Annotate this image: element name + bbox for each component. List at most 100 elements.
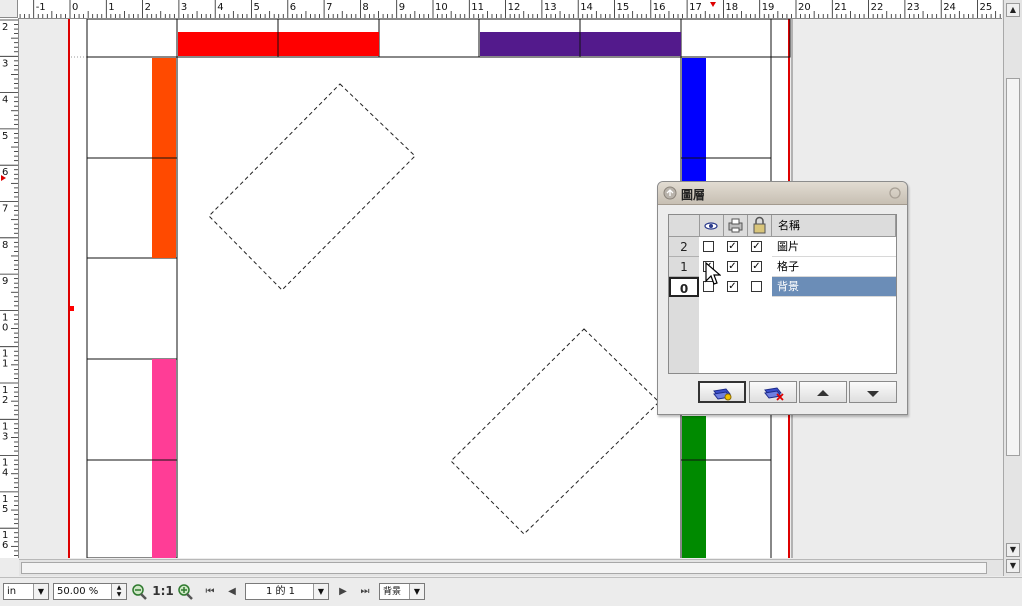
add-layer-button[interactable] [698, 381, 746, 403]
layer-locked-checkbox[interactable]: ✓ [751, 261, 762, 272]
margin-handle [70, 306, 74, 311]
ruler-label: 2 [2, 395, 8, 406]
layer-select-value: 背景 [383, 587, 402, 597]
scroll-up-button[interactable]: ▲ [1006, 3, 1020, 17]
vertical-scrollbar[interactable]: ▲ ▼ ▼ [1003, 0, 1022, 576]
layers-panel[interactable]: 圖層 名稱 2✓✓圖片1✓✓✓格子0✓背景 [657, 181, 908, 415]
zoom-in-button[interactable] [176, 583, 194, 600]
first-page-button[interactable]: ⏮ [201, 583, 219, 600]
layer-name[interactable]: 格子 [772, 257, 896, 277]
horizontal-ruler-ticks: -1 0 1 2 3 4 5 6 7 8 9 10 11 12 13 14 15 16 17 18 19 20 21 22 23… [19, 0, 1001, 18]
ruler-label: 13 [544, 2, 557, 13]
ruler-label: 3 [181, 2, 187, 13]
layer-printable-checkbox[interactable]: ✓ [727, 241, 738, 252]
unit-select[interactable]: in ▼ [3, 583, 49, 600]
spinner-arrows-icon: ▲ ▼ [111, 584, 126, 599]
header-printable[interactable] [724, 215, 748, 237]
ruler-label: 12 [508, 2, 521, 13]
header-index [669, 215, 700, 237]
layers-table[interactable]: 名稱 2✓✓圖片1✓✓✓格子0✓背景 [668, 214, 897, 374]
ruler-label: 17 [689, 2, 702, 13]
zoom-spinbox[interactable]: 50.00 % ▲ ▼ [53, 583, 127, 600]
ruler-label: 9 [2, 276, 8, 287]
layer-printable-checkbox[interactable]: ✓ [727, 281, 738, 292]
page-select[interactable]: 1 的 1 ▼ [245, 583, 329, 600]
header-name[interactable]: 名稱 [772, 215, 896, 237]
ruler-label: 22 [871, 2, 884, 13]
last-page-icon: ⏭ [360, 586, 370, 597]
window-menu-icon[interactable] [663, 186, 677, 203]
ruler-label: 15 [617, 2, 630, 13]
layer-select[interactable]: 背景 ▼ [379, 583, 425, 600]
horizontal-ruler[interactable]: -1 0 1 2 3 4 5 6 7 8 9 10 11 12 13 14 15 16 17 18 19 20 21 22 23… [18, 0, 1002, 19]
delete-layer-icon [764, 387, 784, 401]
ruler-label: 19 [762, 2, 775, 13]
layer-name[interactable]: 背景 [772, 277, 896, 297]
ruler-label: 18 [725, 2, 738, 13]
last-page-button[interactable]: ⏭ [356, 583, 374, 600]
mouse-cursor-icon [705, 262, 721, 285]
arrow-down-icon [867, 391, 879, 397]
layer-index[interactable]: 0 [669, 277, 699, 297]
vertical-ruler-ticks: 2345678910111213141516 [0, 19, 18, 556]
right-blue-bar [682, 58, 706, 193]
ruler-label: 1 [2, 359, 8, 370]
layer-index[interactable]: 1 [669, 257, 699, 277]
chevron-down-icon: ▼ [33, 584, 48, 599]
ruler-label: 16 [653, 2, 666, 13]
next-page-button[interactable]: ▶ [334, 583, 352, 600]
delete-layer-button[interactable] [749, 381, 797, 403]
zoom-out-icon [132, 584, 147, 600]
layer-locked-checkbox[interactable] [751, 281, 762, 292]
close-icon[interactable] [889, 187, 901, 202]
zoom-out-button[interactable] [130, 583, 148, 600]
layer-printable-checkbox[interactable]: ✓ [727, 261, 738, 272]
zoom-actual-button[interactable]: 1:1 [151, 583, 175, 600]
ruler-label: 7 [326, 2, 332, 13]
ruler-label: 10 [435, 2, 448, 13]
left-pink-bar [152, 359, 176, 558]
lower-layer-button[interactable] [849, 381, 897, 403]
layer-visible-checkbox[interactable] [703, 241, 714, 252]
vertical-scroll-thumb[interactable] [1006, 78, 1020, 456]
page-indicator: 1 的 1 [265, 586, 296, 597]
add-layer-icon [713, 388, 732, 401]
ruler-label: 8 [2, 240, 8, 251]
layer-locked-checkbox[interactable]: ✓ [751, 241, 762, 252]
first-page-icon: ⏮ [205, 586, 215, 597]
ruler-position-marker [710, 2, 716, 7]
ruler-label: 8 [362, 2, 368, 13]
scroll-down-button-secondary[interactable]: ▼ [1006, 559, 1020, 573]
layer-name[interactable]: 圖片 [772, 237, 896, 257]
eye-icon [704, 222, 718, 230]
vertical-ruler[interactable]: 2345678910111213141516 [0, 18, 19, 558]
ruler-label: 25 [980, 2, 993, 13]
lock-icon [753, 216, 766, 234]
previous-page-icon: ◀ [228, 586, 236, 597]
ruler-label: 2 [2, 22, 8, 33]
ruler-label: 7 [2, 204, 8, 215]
ruler-label: 4 [217, 2, 223, 13]
ruler-label: 2 [145, 2, 151, 13]
ruler-label: 21 [834, 2, 847, 13]
ruler-label: 5 [2, 131, 8, 142]
previous-page-button[interactable]: ◀ [223, 583, 241, 600]
ruler-label: 5 [2, 504, 8, 515]
layer-index[interactable]: 2 [669, 237, 699, 257]
ruler-label: -1 [36, 2, 46, 13]
header-visible[interactable] [700, 215, 724, 237]
layers-panel-titlebar[interactable]: 圖層 [658, 182, 907, 205]
ruler-corner [0, 0, 18, 18]
chevron-down-icon: ▼ [409, 584, 424, 599]
scroll-down-button[interactable]: ▼ [1006, 543, 1020, 557]
ruler-label: 3 [2, 58, 8, 69]
ruler-label: 11 [471, 2, 484, 13]
next-page-icon: ▶ [339, 586, 347, 597]
horizontal-scrollbar[interactable] [19, 559, 1003, 576]
right-green-bar [682, 416, 706, 558]
ruler-label: 6 [290, 2, 296, 13]
header-locked[interactable] [748, 215, 772, 237]
zoom-in-icon [178, 584, 193, 600]
horizontal-scroll-thumb[interactable] [21, 562, 987, 574]
raise-layer-button[interactable] [799, 381, 847, 403]
